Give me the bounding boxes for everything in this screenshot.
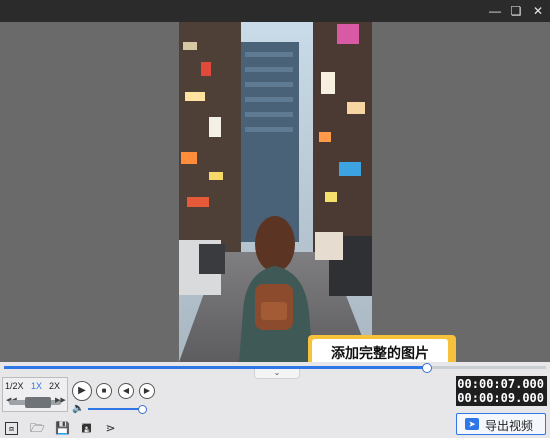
speed-control: 1/2X 1X 2X ◀◀ ▶▶ xyxy=(2,377,68,412)
time-display: 00:00:07.000 00:00:09.000 xyxy=(456,376,547,406)
speed-slider-thumb[interactable] xyxy=(25,397,51,408)
export-icon: ➤ xyxy=(465,418,479,430)
current-time: 00:00:07.000 xyxy=(457,377,544,391)
stop-icon[interactable]: ■ xyxy=(96,383,112,399)
minimize-icon[interactable]: — xyxy=(486,3,504,19)
folder-icon[interactable]: 🗁 xyxy=(30,422,45,435)
volume-icon[interactable]: 🔈 xyxy=(72,403,84,414)
timeline-progress xyxy=(4,366,427,369)
timeline-handle[interactable] xyxy=(421,363,432,373)
play-icon[interactable]: ▶ xyxy=(72,381,92,401)
speed-option-2x[interactable]: 2X xyxy=(49,381,60,391)
share-icon[interactable]: ⋗ xyxy=(104,422,117,435)
title-bar: — ❏ ✕ xyxy=(0,0,550,22)
crop-icon[interactable]: ⧈ xyxy=(5,422,18,435)
collapse-chevron-icon[interactable]: ⌄ xyxy=(254,369,300,379)
restore-icon[interactable]: ❏ xyxy=(507,3,525,19)
preview-stage: 添加完整的图片 xyxy=(0,22,550,375)
street-photo xyxy=(179,22,372,362)
volume-handle[interactable] xyxy=(137,405,147,414)
next-frame-icon[interactable]: ▶ xyxy=(139,383,155,399)
speed-slider[interactable] xyxy=(9,397,61,408)
preview-image xyxy=(179,22,372,362)
export-video-button[interactable]: ➤ 导出视频 xyxy=(456,413,546,435)
total-time: 00:00:09.000 xyxy=(457,391,544,405)
control-panel: ⌄ 1/2X 1X 2X ◀◀ ▶▶ ▶ ■ ◀ ▶ 🔈 00:00:07.00… xyxy=(0,362,550,420)
speed-option-1x[interactable]: 1X xyxy=(31,381,42,391)
volume-level xyxy=(88,408,142,410)
export-label: 导出视频 xyxy=(485,419,534,433)
bottom-toolbar: ⧈ 🗁 💾 🖪 ⋗ ➤ 导出视频 xyxy=(0,413,550,438)
save-as-icon[interactable]: 🖪 xyxy=(80,422,93,435)
volume-slider[interactable] xyxy=(88,405,147,414)
close-icon[interactable]: ✕ xyxy=(529,3,547,19)
speed-up-icon[interactable]: ▶▶ xyxy=(55,396,66,404)
speed-option-half[interactable]: 1/2X xyxy=(5,381,24,391)
prev-frame-icon[interactable]: ◀ xyxy=(118,383,134,399)
save-icon[interactable]: 💾 xyxy=(55,422,70,435)
